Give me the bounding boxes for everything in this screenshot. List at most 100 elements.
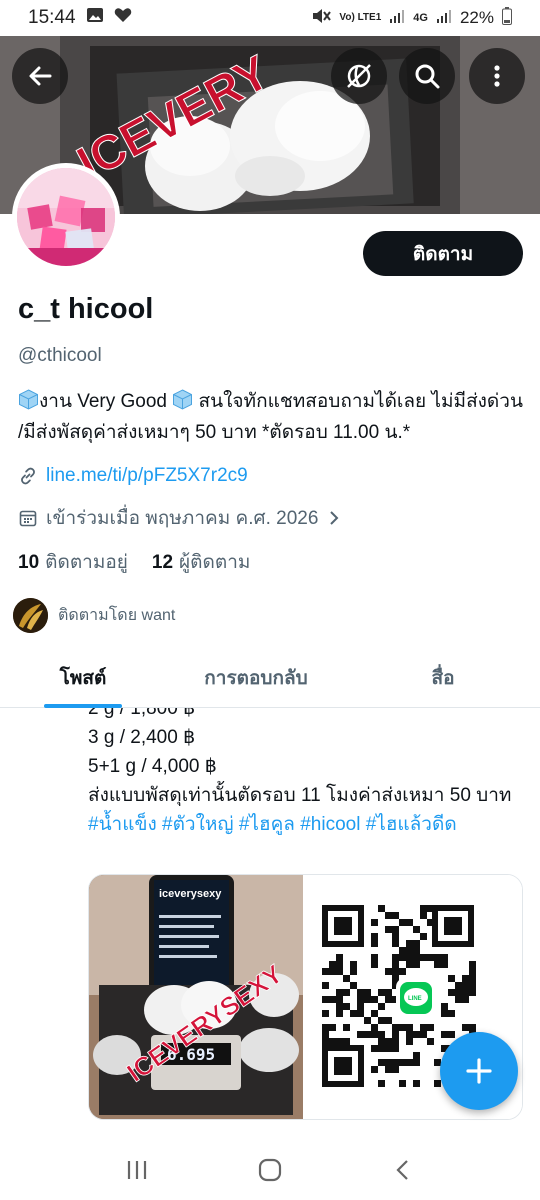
qr-module: [462, 1024, 469, 1031]
more-button[interactable]: [469, 48, 525, 104]
avatar-image: [17, 168, 115, 266]
qr-module: [385, 1038, 392, 1045]
mute-icon: [311, 7, 332, 30]
profile-bio: งาน Very Good สนใจทักแชทสอบถามได้เลย ไม่…: [18, 386, 523, 448]
qr-module: [455, 989, 462, 996]
qr-module: [420, 1024, 427, 1031]
qr-module: [399, 1059, 406, 1066]
qr-module: [399, 919, 406, 926]
qr-module: [406, 1059, 413, 1066]
qr-module: [441, 954, 448, 961]
translate-filter-icon: [347, 64, 371, 88]
post-shipping-text: ส่งแบบพัสดุเท่านั้นตัดรอบ 11 โมงค่าส่งเห…: [88, 785, 512, 806]
qr-module: [392, 933, 399, 940]
qr-module: [343, 1024, 350, 1031]
qr-module: [322, 1031, 329, 1038]
recent-apps-button[interactable]: [107, 1145, 167, 1195]
qr-module: [371, 1066, 378, 1073]
post-line-3: 5+1 g / 4,000 ฿: [88, 756, 217, 777]
gallery-icon: [86, 7, 104, 29]
qr-module: [392, 975, 399, 982]
back-button[interactable]: [12, 48, 68, 104]
qr-module: [329, 1038, 336, 1045]
translate-filter-button[interactable]: [331, 48, 387, 104]
following-stat[interactable]: 10 ติดตามอยู่: [18, 547, 128, 577]
qr-module: [378, 1003, 385, 1010]
qr-module: [357, 1010, 364, 1017]
qr-module: [336, 968, 343, 975]
qr-module: [399, 968, 406, 975]
profile-link[interactable]: line.me/ti/p/pFZ5X7r2c9: [46, 465, 248, 487]
qr-module: [350, 982, 357, 989]
tab-posts[interactable]: โพสต์: [0, 648, 166, 708]
qr-module: [371, 933, 378, 940]
qr-module: [469, 982, 476, 989]
system-nav-bar: [0, 1140, 540, 1200]
search-icon: [415, 64, 440, 89]
qr-module: [385, 1059, 392, 1066]
qr-module: [413, 1059, 420, 1066]
qr-module: [413, 947, 420, 954]
tab-media[interactable]: สื่อ: [346, 648, 540, 708]
back-arrow-icon: [29, 66, 52, 86]
qr-module: [406, 947, 413, 954]
qr-module: [399, 954, 406, 961]
qr-module: [322, 982, 329, 989]
qr-module: [448, 989, 455, 996]
followers-stat[interactable]: 12 ผู้ติดตาม: [152, 547, 250, 577]
qr-module: [469, 968, 476, 975]
post-line-4: ส่งแบบพัสดุเท่านั้นตัดรอบ 11 โมงค่าส่งเห…: [88, 781, 518, 839]
qr-module: [413, 926, 420, 933]
profile-avatar[interactable]: [12, 163, 120, 271]
qr-module: [392, 912, 399, 919]
qr-module: [392, 1059, 399, 1066]
qr-module: [322, 968, 329, 975]
qr-module: [392, 954, 399, 961]
qr-module: [392, 1031, 399, 1038]
line-badge-label: LINE: [408, 996, 422, 1002]
qr-module: [329, 996, 336, 1003]
qr-module: [392, 926, 399, 933]
qr-module: [385, 996, 392, 1003]
qr-module: [357, 1003, 364, 1010]
qr-module: [385, 1066, 392, 1073]
chevron-right-icon: [330, 511, 339, 525]
joined-date-row[interactable]: เข้าร่วมเมื่อ พฤษภาคม ค.ศ. 2026: [18, 503, 342, 533]
post-hashtags[interactable]: #น้ำแข็ง #ตัวใหญ่ #ไฮคูล #hicool #ไฮแล้ว…: [88, 814, 457, 835]
follow-button[interactable]: ติดตาม: [363, 231, 523, 276]
qr-module: [336, 989, 343, 996]
battery-percent: 22%: [459, 8, 494, 27]
search-button[interactable]: [399, 48, 455, 104]
qr-module: [371, 961, 378, 968]
following-label: ติดตามอยู่: [45, 552, 128, 573]
followers-label: ผู้ติดตาม: [179, 552, 251, 573]
profile-link-row[interactable]: line.me/ti/p/pFZ5X7r2c9: [18, 465, 248, 487]
following-count: 10: [18, 552, 40, 573]
ice-cube-icon-2: [172, 389, 193, 410]
qr-module: [371, 1010, 378, 1017]
followed-by-row[interactable]: ติดตามโดย want: [13, 598, 175, 633]
recent-apps-icon: [127, 1161, 146, 1179]
back-nav-button[interactable]: [373, 1145, 433, 1195]
compose-post-button[interactable]: [440, 1032, 518, 1110]
qr-module: [413, 961, 420, 968]
qr-module: [420, 905, 427, 912]
qr-module: [413, 1031, 420, 1038]
qr-module: [364, 1017, 371, 1024]
qr-module: [336, 961, 343, 968]
post-line-2: 3 g / 2,400 ฿: [88, 727, 196, 748]
qr-module: [371, 940, 378, 947]
qr-module: [378, 1038, 385, 1045]
followers-count: 12: [151, 552, 174, 573]
qr-module: [427, 954, 434, 961]
qr-module: [357, 1031, 364, 1038]
qr-module: [378, 1045, 385, 1052]
tab-posts-label: โพสต์: [59, 668, 107, 689]
qr-module: [420, 954, 427, 961]
home-button[interactable]: [240, 1145, 300, 1195]
tab-replies[interactable]: การตอบกลับ: [166, 648, 346, 708]
post-image-product[interactable]: iceverysexy 6.695 ICEVERYSEXY: [89, 875, 303, 1119]
signal-icon-2: [436, 8, 452, 29]
tab-replies-label: การตอบกลับ: [204, 668, 308, 689]
qr-module: [427, 919, 434, 926]
